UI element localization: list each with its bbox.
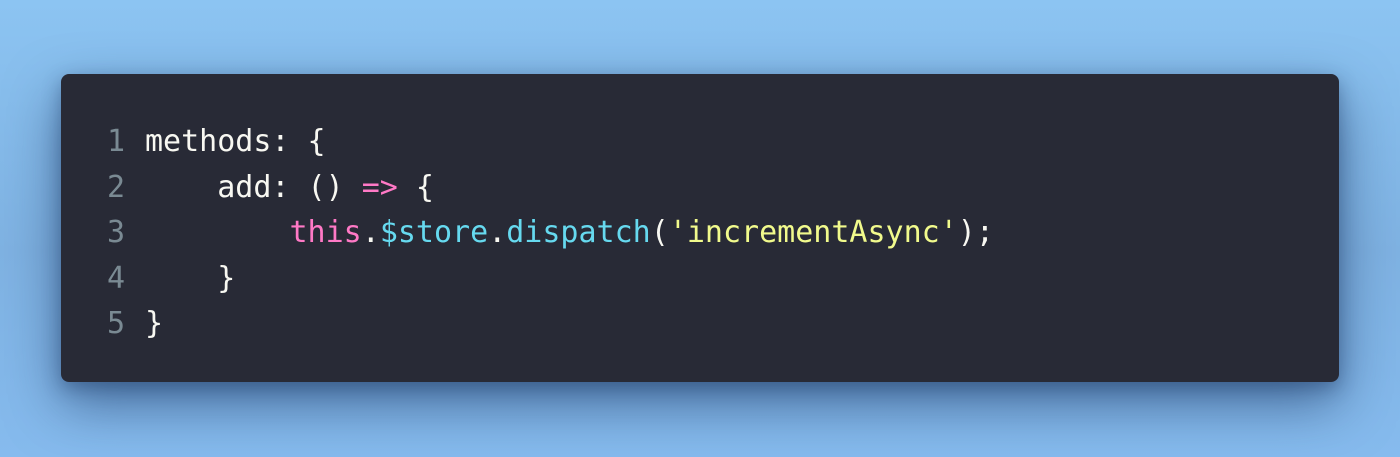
code-token-close-brace: } (145, 260, 236, 296)
code-line: 1 methods: { (107, 119, 994, 165)
code-token-string-literal: 'incrementAsync' (668, 215, 958, 250)
code-line: 2 add: () => { (107, 165, 994, 211)
code-text: } (145, 261, 235, 296)
code-line: 5} (107, 301, 994, 347)
code-token-close-brace: } (145, 306, 164, 341)
code-token-open-paren: ( (650, 215, 669, 250)
code-text: add: () => { (145, 170, 434, 205)
code-snippet-window: 1 methods: { 2 add: () => { 3 this.$store… (61, 74, 1339, 382)
code-text: methods: { (145, 124, 326, 159)
line-number: 1 (107, 124, 126, 159)
code-token-store-variable: $store (379, 215, 489, 250)
code-token-arrow-operator: => (361, 169, 398, 205)
code-token-brace: { (397, 169, 434, 205)
code-token-dot: . (361, 215, 380, 250)
code-token-indent (145, 215, 290, 250)
code-body: 1 methods: { 2 add: () => { 3 this.$store… (107, 119, 994, 347)
code-line: 3 this.$store.dispatch('incrementAsync')… (107, 210, 994, 256)
line-number: 4 (107, 260, 126, 296)
code-text: this.$store.dispatch('incrementAsync'); (145, 215, 994, 250)
code-token-method-key: add: () (145, 169, 362, 205)
code-token-object-key: methods: { (145, 124, 326, 159)
line-number: 3 (107, 215, 126, 250)
code-text: } (145, 306, 163, 341)
line-number: 2 (107, 169, 126, 205)
code-token-dispatch-function: dispatch (506, 215, 651, 250)
line-number: 5 (107, 306, 126, 341)
code-line: 4 } (107, 256, 994, 302)
code-token-dot: . (488, 215, 507, 250)
code-token-close-paren: ); (957, 215, 994, 250)
code-token-this-keyword: this (289, 215, 362, 250)
